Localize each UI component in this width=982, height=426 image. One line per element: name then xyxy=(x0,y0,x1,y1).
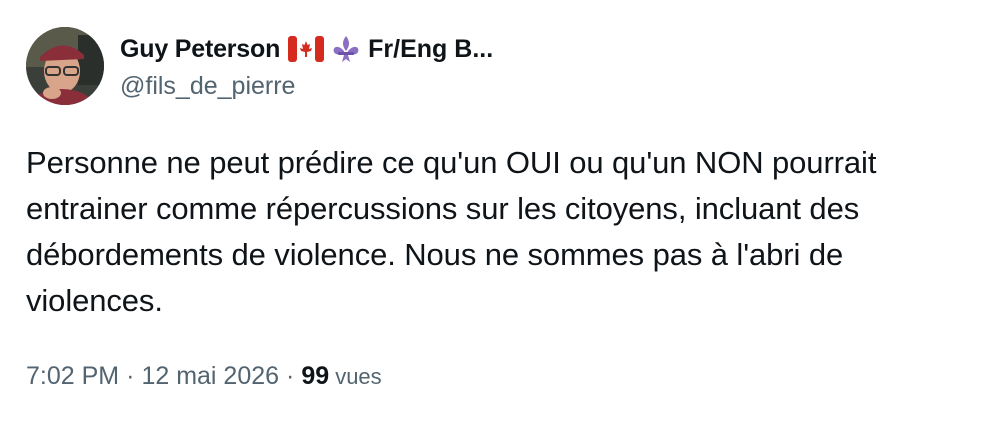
author-handle[interactable]: @fils_de_pierre xyxy=(120,72,295,101)
meta-separator-2: · xyxy=(286,362,295,390)
tweet-meta: 7:02 PM · 12 mai 2026 · 99 vues xyxy=(26,362,382,391)
canada-flag-icon xyxy=(288,36,325,62)
tweet-time[interactable]: 7:02 PM xyxy=(26,362,119,391)
avatar[interactable] xyxy=(26,27,104,105)
views-count[interactable]: 99 xyxy=(301,362,329,391)
tweet-date[interactable]: 12 mai 2026 xyxy=(141,362,279,391)
author-display-name[interactable]: Guy Peterson xyxy=(120,35,280,64)
views-label: vues xyxy=(335,364,382,389)
tweet-text: Personne ne peut prédire ce qu'un OUI ou… xyxy=(26,145,877,318)
tweet-card: Guy Peterson Fr/Eng B... @fils_de_pierre… xyxy=(0,0,982,426)
meta-separator: · xyxy=(126,362,135,390)
author-name-row[interactable]: Guy Peterson Fr/Eng B... xyxy=(120,28,493,70)
author-name-suffix[interactable]: Fr/Eng B... xyxy=(368,35,493,64)
fleur-de-lis-icon xyxy=(330,34,362,64)
